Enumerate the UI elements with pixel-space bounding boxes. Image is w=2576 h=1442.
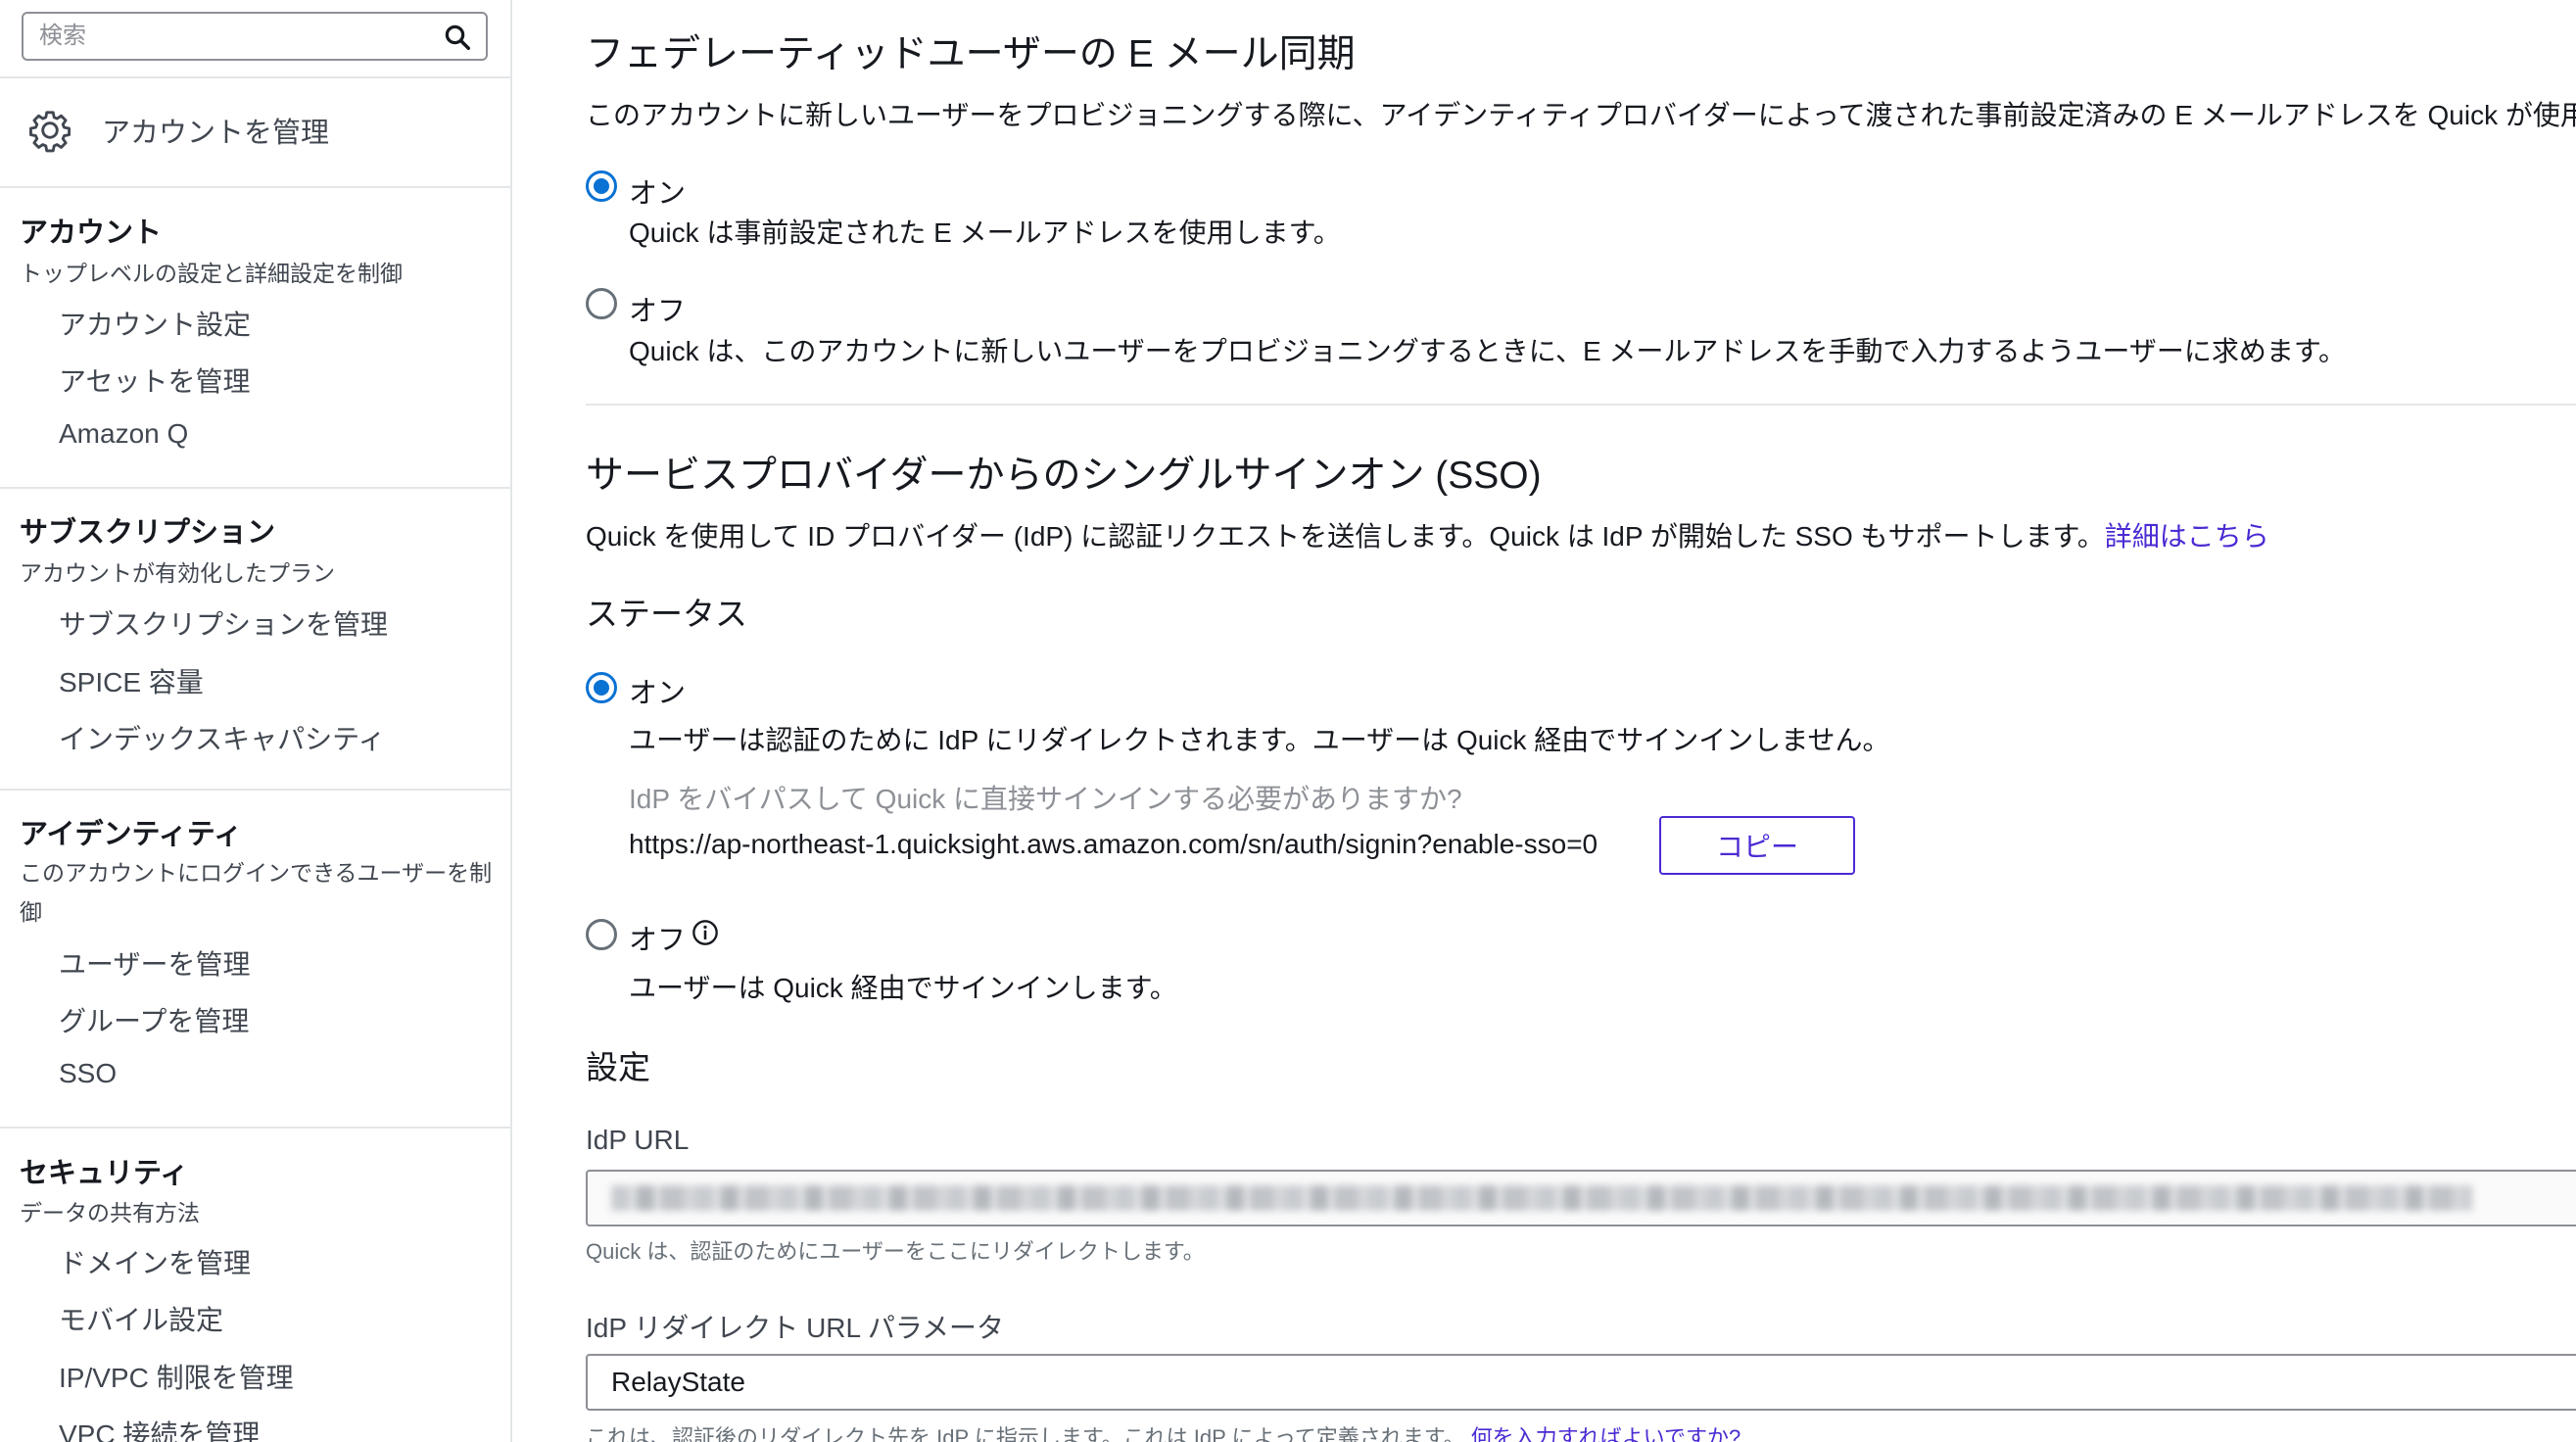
section-divider (586, 404, 2576, 406)
divider (0, 76, 510, 78)
email-sync-title: フェデレーティッドユーザーの E メール同期 (586, 33, 1356, 75)
divider (0, 487, 510, 489)
redirect-param-input[interactable] (586, 1354, 2576, 1411)
section-title-security: セキュリティ (20, 1158, 189, 1189)
nav-item-sso[interactable]: SSO (59, 1058, 117, 1089)
nav-item-spice-capacity[interactable]: SPICE 容量 (59, 661, 204, 700)
sso-description: Quick を使用して ID プロバイダー (IdP) に認証リクエストを送信し… (586, 521, 2105, 552)
sso-off-label[interactable]: オフ (629, 917, 686, 958)
email-sync-on-description: Quick は事前設定された E メールアドレスを使用します。 (629, 217, 1341, 248)
section-desc-security: データの共有方法 (20, 1200, 200, 1226)
section-title-account: アカウント (20, 217, 163, 249)
sso-on-radio[interactable] (586, 672, 617, 703)
nav-item-manage-subscriptions[interactable]: サブスクリプションを管理 (59, 603, 388, 643)
redirect-param-hint-line: これは、認証後のリダイレクト先を IdP に指示します。これは IdP によって… (586, 1420, 1741, 1442)
email-sync-off-description: Quick は、このアカウントに新しいユーザーをプロビジョニングするときに、E … (629, 336, 2347, 366)
search-box (22, 12, 488, 61)
email-sync-off-radio[interactable] (586, 288, 617, 319)
sso-description-line: Quick を使用して ID プロバイダー (IdP) に認証リクエストを送信し… (586, 515, 2269, 554)
nav-item-ip-vpc-restrictions[interactable]: IP/VPC 制限を管理 (59, 1357, 294, 1396)
nav-item-mobile-settings[interactable]: モバイル設定 (59, 1299, 223, 1338)
sidebar: アカウントを管理 アカウント トップレベルの設定と詳細設定を制御 アカウント設定… (0, 0, 512, 1442)
gear-icon (29, 111, 71, 153)
redirect-param-label: IdP リダイレクト URL パラメータ (586, 1313, 1004, 1343)
divider (0, 1127, 510, 1129)
section-desc-subscription: アカウントが有効化したプラン (20, 560, 335, 586)
status-title: ステータス (586, 596, 747, 632)
idp-url-hint: Quick は、認証のためにユーザーをここにリダイレクトします。 (586, 1239, 1205, 1264)
section-title-identity: アイデンティティ (20, 819, 243, 850)
info-icon[interactable] (692, 919, 719, 946)
email-sync-on-label[interactable]: オン (629, 170, 686, 212)
sso-off-radio[interactable] (586, 919, 617, 950)
nav-item-index-capacity[interactable]: インデックスキャパシティ (59, 718, 385, 757)
sso-on-label[interactable]: オン (629, 670, 686, 711)
idp-url-label: IdP URL (586, 1125, 690, 1155)
nav-item-manage-assets[interactable]: アセットを管理 (59, 360, 250, 400)
manage-account-label: アカウントを管理 (102, 118, 330, 149)
bypass-url: https://ap-northeast-1.quicksight.aws.am… (629, 829, 1598, 859)
divider (0, 186, 510, 188)
manage-account-link[interactable]: アカウントを管理 (27, 106, 478, 155)
email-sync-on-radio[interactable] (586, 170, 617, 202)
section-desc-identity: このアカウントにログインできるユーザーを制御 (20, 860, 493, 925)
copy-button[interactable]: コピー (1659, 816, 1855, 875)
nav-item-manage-users[interactable]: ユーザーを管理 (59, 943, 250, 983)
redacted-url-value (611, 1185, 2472, 1211)
search-icon[interactable] (443, 23, 472, 52)
sso-off-description: ユーザーは Quick 経由でサインインします。 (629, 973, 1177, 1003)
redirect-param-hint: これは、認証後のリダイレクト先を IdP に指示します。これは IdP によって… (586, 1425, 1465, 1442)
idp-url-field[interactable] (586, 1170, 2576, 1226)
search-input[interactable] (24, 14, 415, 59)
nav-item-account-settings[interactable]: アカウント設定 (59, 304, 251, 343)
nav-item-manage-groups[interactable]: グループを管理 (59, 1000, 249, 1039)
nav-item-manage-domains[interactable]: ドメインを管理 (59, 1242, 251, 1281)
email-sync-description: このアカウントに新しいユーザーをプロビジョニングする際に、アイデンティティプロバ… (586, 100, 2576, 130)
section-title-subscription: サブスクリプション (20, 517, 276, 549)
redirect-param-help-link[interactable]: 何を入力すればよいですか? (1471, 1425, 1741, 1442)
sso-on-description: ユーザーは認証のために IdP にリダイレクトされます。ユーザーは Quick … (629, 725, 1890, 755)
settings-title: 設定 (586, 1049, 650, 1085)
nav-item-amazon-q[interactable]: Amazon Q (59, 418, 188, 450)
sso-title: サービスプロバイダーからのシングルサインオン (SSO) (586, 455, 1542, 497)
bypass-question: IdP をバイパスして Quick に直接サインインする必要がありますか? (629, 784, 1462, 814)
divider (0, 789, 510, 791)
email-sync-off-label[interactable]: オフ (629, 288, 686, 329)
nav-item-vpc-connections[interactable]: VPC 接続を管理 (59, 1414, 260, 1442)
learn-more-link[interactable]: 詳細はこちら (2105, 521, 2269, 552)
section-desc-account: トップレベルの設定と詳細設定を制御 (20, 261, 403, 286)
main-content: フェデレーティッドユーザーの E メール同期 このアカウントに新しいユーザーをプ… (513, 0, 2576, 1442)
